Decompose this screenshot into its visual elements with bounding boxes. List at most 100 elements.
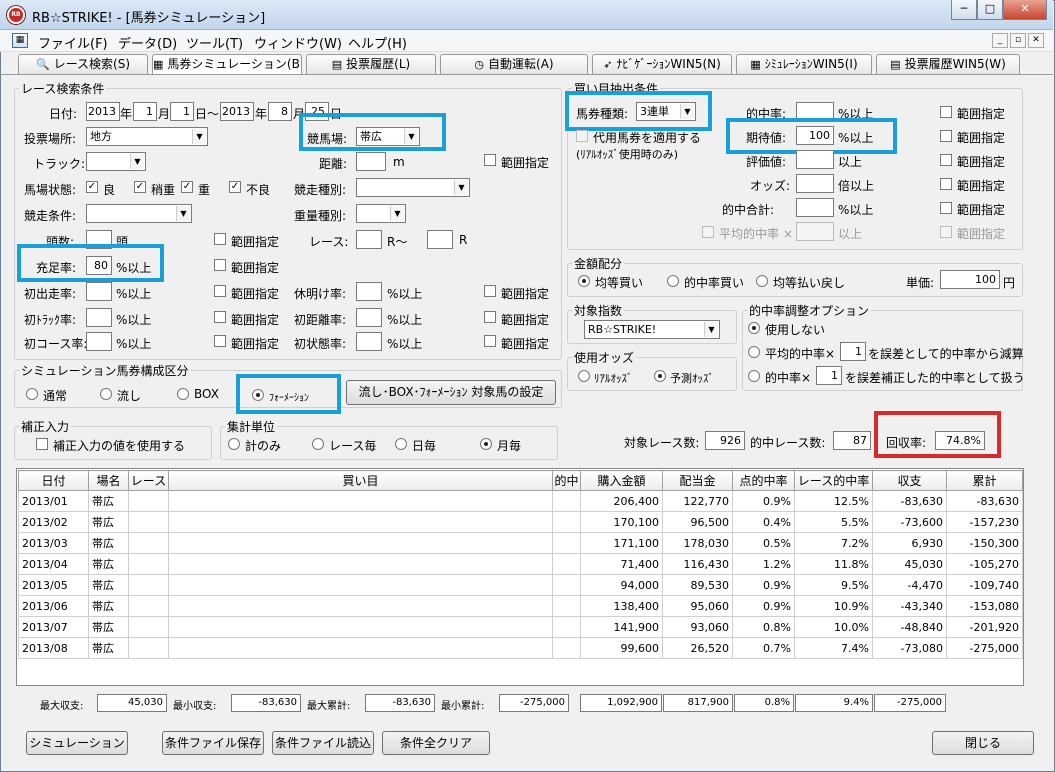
race-from-input[interactable] (356, 230, 382, 249)
odds-range-checkbox[interactable] (940, 178, 952, 190)
avg-hit-range-checkbox[interactable] (940, 226, 952, 238)
mdi-minimize-button[interactable]: _ (992, 33, 1008, 48)
avg-hit-checkbox[interactable] (702, 226, 714, 238)
predicted-odds-radio[interactable] (654, 370, 666, 382)
rest-range-checkbox[interactable] (484, 285, 496, 297)
distance-range-checkbox[interactable] (484, 154, 496, 166)
distance-input[interactable] (356, 152, 386, 171)
venue-select[interactable]: 地方 ▼ (86, 127, 208, 146)
expect-range-checkbox[interactable] (940, 130, 952, 142)
debut-rate-input[interactable] (86, 282, 112, 301)
tab-auto-run[interactable]: ◷ 自動運転(A) (440, 54, 588, 74)
first-distance-rate-input[interactable] (356, 308, 382, 327)
tab-bet-simulation[interactable]: ▦ 馬券シミュレーション(B) (152, 54, 302, 74)
maximize-button[interactable]: □ (977, 0, 1003, 20)
tab-race-search[interactable]: 🔍 レース検索(S) (18, 54, 148, 74)
table-row[interactable]: 2013/07 帯広 141,900 93,060 0.8% 10.0% -48,840 -2… (18, 616, 1023, 638)
table-row[interactable]: 2013/02 帯広 170,100 96,500 0.4% 5.5% -73,600 -15… (18, 511, 1023, 533)
condition-slightly-heavy-checkbox[interactable]: ✓ (134, 181, 146, 193)
rest-rate-input[interactable] (356, 282, 382, 301)
adjust-subtract-radio[interactable] (748, 346, 760, 358)
tab-simulation-win5[interactable]: ▦ ｼﾐｭﾚｰｼｮﾝWIN5(I) (736, 54, 872, 74)
table-row[interactable]: 2013/05 帯広 94,000 89,530 0.9% 9.5% -4,470 -109,… (18, 574, 1023, 596)
adjust-none-radio[interactable] (748, 322, 760, 334)
hit-total-input[interactable] (796, 198, 834, 217)
unit-price-input[interactable]: 100 (940, 270, 1000, 289)
first-course-range-checkbox[interactable] (214, 335, 226, 347)
close-window-button[interactable]: ✕ (1003, 0, 1047, 20)
bet-normal-radio[interactable] (26, 388, 38, 400)
first-course-rate-input[interactable] (86, 332, 112, 351)
adjust-correct-radio[interactable] (748, 370, 760, 382)
agg-total-radio[interactable] (228, 438, 240, 450)
simulate-button[interactable]: シミュレーション (26, 731, 128, 755)
first-state-range-checkbox[interactable] (484, 335, 496, 347)
header-col-balance[interactable]: 収支 (872, 470, 947, 491)
agg-day-radio[interactable] (395, 438, 407, 450)
first-track-rate-input[interactable] (86, 308, 112, 327)
use-correction-checkbox[interactable] (36, 438, 48, 450)
target-horse-setting-button[interactable]: 流し･BOX･ﾌｫｰﾒｰｼｮﾝ 対象馬の設定 (346, 380, 556, 405)
race-to-input[interactable] (427, 230, 453, 249)
first-state-rate-input[interactable] (356, 332, 382, 351)
bet-nagashi-radio[interactable] (100, 388, 112, 400)
condition-heavy-checkbox[interactable]: ✓ (181, 181, 193, 193)
menu-window[interactable]: ウィンドウ(W) (254, 33, 342, 52)
clear-conditions-button[interactable]: 条件全クリア (382, 731, 490, 755)
header-col-race-hit[interactable]: レース的中率 (794, 470, 873, 491)
header-col-race[interactable]: レース (128, 470, 169, 491)
from-year-input[interactable]: 2013 (86, 102, 120, 121)
menu-help[interactable]: ヘルプ(H) (348, 33, 407, 52)
mdi-close-button[interactable]: ✕ (1028, 33, 1044, 48)
race-type-select[interactable]: ▼ (356, 178, 470, 197)
agg-race-radio[interactable] (312, 438, 324, 450)
eval-input[interactable] (796, 150, 834, 169)
table-row[interactable]: 2013/01 帯広 206,400 122,770 0.9% 12.5% -83,630-… (18, 490, 1023, 512)
header-col-cumulative[interactable]: 累計 (946, 470, 1023, 491)
adjust-subtract-input[interactable]: 1 (840, 342, 866, 361)
equal-buy-radio[interactable] (578, 275, 590, 287)
avg-hit-input[interactable] (796, 222, 834, 241)
header-col-buy-amount[interactable]: 購入金額 (580, 470, 663, 491)
debut-range-checkbox[interactable] (214, 285, 226, 297)
target-index-select[interactable]: RB☆STRIKE! ▼ (584, 320, 720, 339)
table-row[interactable]: 2013/03 帯広 171,100 178,030 0.5% 7.2% 6,930 -150… (18, 532, 1023, 554)
substitute-ticket-checkbox[interactable] (576, 130, 588, 142)
odds-input[interactable] (796, 174, 834, 193)
header-col-hit[interactable]: 的中 (552, 470, 581, 491)
hit-rate-buy-radio[interactable] (667, 275, 679, 287)
close-button[interactable]: 閉じる (932, 731, 1034, 755)
header-col-point-hit[interactable]: 点的中率 (732, 470, 795, 491)
heads-range-checkbox[interactable] (214, 233, 226, 245)
adjust-correct-input[interactable]: 1 (816, 366, 842, 385)
mdi-restore-button[interactable]: ▫ (1010, 33, 1026, 48)
weight-type-select[interactable]: ▼ (356, 204, 406, 223)
menu-data[interactable]: データ(D) (118, 33, 177, 52)
menu-file[interactable]: ファイル(F) (38, 33, 108, 52)
header-col-date[interactable]: 日付 (18, 470, 89, 491)
from-month-input[interactable]: 1 (133, 102, 157, 121)
hit-total-range-checkbox[interactable] (940, 202, 952, 214)
header-col-bets[interactable]: 買い目 (168, 470, 553, 491)
first-distance-range-checkbox[interactable] (484, 311, 496, 323)
real-odds-radio[interactable] (578, 370, 590, 382)
agg-month-radio[interactable] (480, 438, 492, 450)
condition-good-checkbox[interactable]: ✓ (86, 181, 98, 193)
condition-bad-checkbox[interactable]: ✓ (229, 181, 241, 193)
table-row[interactable]: 2013/06 帯広 138,400 95,060 0.9% 10.9% -43,340 -1… (18, 595, 1023, 617)
minimize-button[interactable]: ─ (951, 0, 977, 20)
load-conditions-button[interactable]: 条件ファイル読込 (272, 731, 374, 755)
table-row[interactable]: 2013/04 帯広 71,400 116,430 1.2% 11.8% 45,030 -10… (18, 553, 1023, 575)
tab-vote-history[interactable]: ▤ 投票履歴(L) (306, 54, 436, 74)
menu-tools[interactable]: ツール(T) (186, 33, 243, 52)
equal-payout-radio[interactable] (756, 275, 768, 287)
hit-rate-range-checkbox[interactable] (940, 106, 952, 118)
header-col-payout[interactable]: 配当金 (662, 470, 733, 491)
tab-navigation-win5[interactable]: ➶ ﾅﾋﾞｹﾞｰｼｮﾝWIN5(N) (592, 54, 732, 74)
race-condition-select[interactable]: ▼ (86, 204, 192, 223)
fill-range-checkbox[interactable] (214, 259, 226, 271)
save-conditions-button[interactable]: 条件ファイル保存 (162, 731, 264, 755)
track-select[interactable]: ▼ (86, 152, 146, 171)
eval-range-checkbox[interactable] (940, 154, 952, 166)
bet-box-radio[interactable] (177, 388, 189, 400)
